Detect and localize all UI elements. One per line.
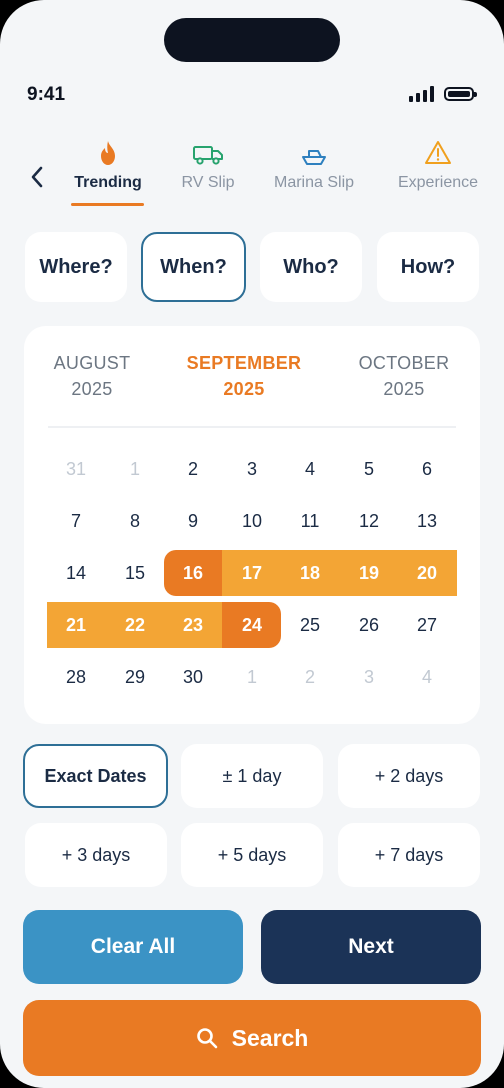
calendar-day[interactable]: 7	[47, 498, 105, 544]
calendar-day[interactable]: 3	[223, 446, 281, 492]
segment-how[interactable]: How?	[377, 232, 479, 302]
calendar-day[interactable]: 5	[340, 446, 398, 492]
dynamic-island	[164, 18, 340, 62]
calendar-day[interactable]: 8	[106, 498, 164, 544]
calendar-day-range-start[interactable]: 16	[164, 550, 222, 596]
flex-plus-7-days[interactable]: + 7 days	[338, 823, 480, 887]
boat-icon	[300, 132, 328, 166]
warning-icon	[424, 132, 452, 166]
tab-trending[interactable]: Trending	[73, 132, 143, 192]
flex-exact-dates[interactable]: Exact Dates	[23, 744, 168, 808]
month-year: 2025	[223, 379, 265, 399]
search-button-label: Search	[231, 1024, 309, 1051]
calendar-day-in-range[interactable]: 22	[106, 602, 164, 648]
back-button[interactable]	[26, 164, 48, 190]
calendar-day[interactable]: 10	[223, 498, 281, 544]
calendar-day-in-range[interactable]: 23	[164, 602, 222, 648]
calendar-day[interactable]: 25	[281, 602, 339, 648]
month-name: SEPTEMBER	[186, 353, 302, 373]
flex-plus-2-days[interactable]: + 2 days	[338, 744, 480, 808]
search-icon	[196, 1027, 218, 1049]
tab-marina-slip[interactable]: Marina Slip	[272, 132, 356, 192]
truck-icon	[192, 132, 224, 166]
calendar-day[interactable]: 31	[47, 446, 105, 492]
search-button[interactable]: Search	[23, 1000, 481, 1076]
month-next[interactable]: OCTOBER 2025	[339, 350, 469, 402]
month-year: 2025	[383, 379, 425, 399]
tab-label: Trending	[74, 174, 142, 191]
flame-icon	[98, 132, 118, 166]
clear-all-button[interactable]: Clear All	[23, 910, 243, 984]
calendar-day[interactable]: 2	[281, 654, 339, 700]
tab-label: RV Slip	[181, 174, 235, 191]
status-icons	[409, 86, 477, 102]
calendar-day-in-range[interactable]: 18	[281, 550, 339, 596]
calendar-day[interactable]: 1	[223, 654, 281, 700]
calendar-day[interactable]: 28	[47, 654, 105, 700]
month-current: SEPTEMBER 2025	[179, 350, 309, 402]
calendar-day[interactable]: 13	[398, 498, 456, 544]
flex-plus-3-days[interactable]: + 3 days	[25, 823, 167, 887]
calendar-day[interactable]: 3	[340, 654, 398, 700]
battery-icon	[444, 87, 477, 101]
tab-experience[interactable]: Experience	[395, 132, 481, 192]
segment-who[interactable]: Who?	[260, 232, 362, 302]
calendar-day[interactable]: 4	[398, 654, 456, 700]
signal-icon	[409, 86, 434, 102]
tab-label: Experience	[397, 174, 479, 191]
segment-where[interactable]: Where?	[25, 232, 127, 302]
calendar-day[interactable]: 11	[281, 498, 339, 544]
calendar-day[interactable]: 27	[398, 602, 456, 648]
month-name: AUGUST	[53, 353, 131, 373]
flex-plus-minus-1-day[interactable]: ± 1 day	[181, 744, 323, 808]
calendar-day[interactable]: 14	[47, 550, 105, 596]
calendar-day-in-range[interactable]: 21	[47, 602, 105, 648]
calendar-day[interactable]: 29	[106, 654, 164, 700]
status-time: 9:41	[27, 84, 66, 105]
calendar-day-in-range[interactable]: 19	[340, 550, 398, 596]
segment-when[interactable]: When?	[141, 232, 246, 302]
calendar-day[interactable]: 30	[164, 654, 222, 700]
calendar-day-range-end[interactable]: 24	[223, 602, 281, 648]
calendar-day[interactable]: 6	[398, 446, 456, 492]
month-year: 2025	[71, 379, 113, 399]
month-prev[interactable]: AUGUST 2025	[27, 350, 157, 402]
calendar-day[interactable]: 1	[106, 446, 164, 492]
active-tab-indicator	[71, 203, 144, 206]
tab-label: Marina Slip	[273, 174, 355, 191]
divider	[48, 426, 456, 428]
chevron-left-icon	[31, 166, 43, 188]
month-name: OCTOBER	[358, 353, 450, 373]
tab-rv-slip[interactable]: RV Slip	[180, 132, 236, 192]
flex-plus-5-days[interactable]: + 5 days	[181, 823, 323, 887]
calendar-day[interactable]: 4	[281, 446, 339, 492]
calendar-day[interactable]: 9	[164, 498, 222, 544]
calendar-day[interactable]: 15	[106, 550, 164, 596]
calendar-card: AUGUST 2025 SEPTEMBER 2025 OCTOBER 2025 …	[24, 326, 480, 724]
phone-screen: 9:41 Trending RV Slip Marina Slip Experi…	[0, 0, 504, 1088]
calendar-day[interactable]: 26	[340, 602, 398, 648]
calendar-day[interactable]: 12	[340, 498, 398, 544]
calendar-day[interactable]: 2	[164, 446, 222, 492]
calendar-day-in-range[interactable]: 17	[223, 550, 281, 596]
next-button[interactable]: Next	[261, 910, 481, 984]
calendar-day-in-range[interactable]: 20	[398, 550, 456, 596]
